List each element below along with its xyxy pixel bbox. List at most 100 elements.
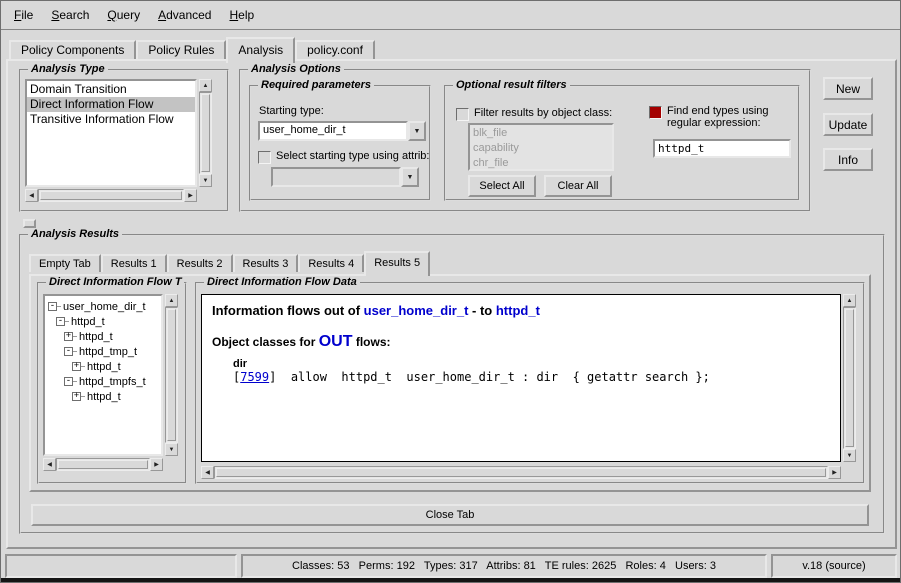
regex-filter-row[interactable]: Find end types using regular expression: [649,105,801,129]
scrollbar-trough[interactable] [843,307,856,449]
tree-node-httpd-tmp-t[interactable]: -httpd_tmp_t [47,344,159,359]
analysis-type-item-domain-transition[interactable]: Domain Transition [27,82,195,97]
object-class-filter-checkbox[interactable] [456,108,469,121]
collapse-icon[interactable]: - [56,317,65,326]
analysis-type-list[interactable]: Domain TransitionDirect Information Flow… [25,79,197,187]
analysis-type-vscrollbar[interactable]: ▲ ▼ [199,79,212,187]
text-segment: Information flows out of [212,303,364,318]
scroll-right-icon[interactable]: ▶ [828,466,841,479]
results-tab-empty-tab[interactable]: Empty Tab [29,254,101,272]
results-tab-results-2[interactable]: Results 2 [167,254,233,272]
menu-item-search[interactable]: Search [42,6,98,24]
tree-node-httpd-t[interactable]: +httpd_t [47,359,159,374]
scroll-right-icon[interactable]: ▶ [184,189,197,202]
results-tab-results-3[interactable]: Results 3 [233,254,299,272]
collapse-icon[interactable]: - [64,377,73,386]
scrollbar-trough[interactable] [38,189,184,202]
flow-tree-frame: Direct Information Flow T -user_home_dir… [37,282,187,484]
flow-tree[interactable]: -user_home_dir_t-httpd_t+httpd_t-httpd_t… [43,294,163,456]
object-class-item-blk-file: blk_file [470,126,612,141]
menu-item-file[interactable]: File [5,6,42,24]
starting-type-value[interactable]: user_home_dir_t [258,121,408,141]
tree-node-httpd-t[interactable]: + httpd_t [47,389,159,404]
select-all-button[interactable]: Select All [468,175,536,197]
scrollbar-thumb[interactable] [845,309,854,447]
scroll-up-icon[interactable]: ▲ [199,79,212,92]
pane-sash[interactable] [23,219,36,228]
flow-data-vscrollbar[interactable]: ▲ ▼ [843,294,856,462]
scrollbar-trough[interactable] [214,466,828,479]
analysis-results-frame: Analysis Results Empty TabResults 1Resul… [19,234,885,534]
optional-filters-frame: Optional result filters Filter results b… [444,85,800,201]
scroll-down-icon[interactable]: ▼ [843,449,856,462]
flow-tree-title: Direct Information Flow T [46,276,184,288]
scrollbar-thumb[interactable] [216,468,826,477]
tree-node-httpd-t[interactable]: +httpd_t [47,329,159,344]
scroll-left-icon[interactable]: ◀ [201,466,214,479]
expand-icon[interactable]: + [72,392,81,401]
main-tab-policy-rules[interactable]: Policy Rules [136,40,226,59]
tree-node-httpd-t[interactable]: -httpd_t [47,314,159,329]
scroll-up-icon[interactable]: ▲ [165,294,178,307]
menu-item-advanced[interactable]: Advanced [149,6,220,24]
dropdown-arrow-icon[interactable]: ▼ [408,121,426,141]
main-tab-analysis[interactable]: Analysis [226,37,295,63]
tree-node-user-home-dir-t[interactable]: -user_home_dir_t [47,299,159,314]
required-parameters-frame: Required parameters Starting type: user_… [249,85,431,201]
menu-item-help[interactable]: Help [220,6,263,24]
rule-id-link[interactable]: 7599 [240,370,269,384]
object-class-filter-label: Filter results by object class: [474,107,612,119]
close-tab-button[interactable]: Close Tab [31,504,869,526]
regex-input[interactable] [653,139,791,158]
results-tab-results-4[interactable]: Results 4 [298,254,364,272]
new-button[interactable]: New [823,77,873,100]
collapse-icon[interactable]: - [64,347,73,356]
flow-tree-vscrollbar[interactable]: ▲ ▼ [165,294,178,456]
starting-type-combobox[interactable]: user_home_dir_t ▼ [258,121,426,141]
main-tab-policy-components[interactable]: Policy Components [9,40,136,59]
collapse-icon[interactable]: - [48,302,57,311]
regex-checkbox[interactable] [649,106,662,119]
update-button[interactable]: Update [823,113,873,136]
expand-icon[interactable]: + [64,332,73,341]
results-tab-results-1[interactable]: Results 1 [101,254,167,272]
flow-data-text[interactable]: Information flows out of user_home_dir_t… [201,294,841,462]
tree-node-label: httpd_tmp_t [77,346,137,358]
flow-data-hscrollbar[interactable]: ◀ ▶ [201,466,841,479]
results-tab-results-5[interactable]: Results 5 [364,251,430,276]
analysis-type-item-transitive-information-flow[interactable]: Transitive Information Flow [27,112,195,127]
attrib-combobox: ▼ [271,167,419,187]
scroll-up-icon[interactable]: ▲ [843,294,856,307]
main-tab-policy-conf[interactable]: policy.conf [295,40,375,59]
analysis-options-title: Analysis Options [248,63,344,75]
starting-type-label: Starting type: [259,105,324,117]
menu-item-query[interactable]: Query [98,6,149,24]
scrollbar-trough[interactable] [199,92,212,174]
tree-node-httpd-tmpfs-t[interactable]: -httpd_tmpfs_t [47,374,159,389]
scroll-right-icon[interactable]: ▶ [150,458,163,471]
scrollbar-thumb[interactable] [167,309,176,441]
scroll-left-icon[interactable]: ◀ [25,189,38,202]
object-class-filter-row[interactable]: Filter results by object class: [456,107,612,121]
expand-icon[interactable]: + [72,362,81,371]
attrib-checkbox[interactable] [258,151,271,164]
scrollbar-thumb[interactable] [201,94,210,172]
flow-tree-hscrollbar[interactable]: ◀ ▶ [43,458,163,471]
analysis-type-item-direct-information-flow[interactable]: Direct Information Flow [27,97,195,112]
clear-all-button[interactable]: Clear All [544,175,612,197]
text-segment: - to [468,303,495,318]
info-button[interactable]: Info [823,148,873,171]
analysis-type-hscrollbar[interactable]: ◀ ▶ [25,189,197,202]
scrollbar-thumb[interactable] [40,191,182,200]
scrollbar-trough[interactable] [165,307,178,443]
tree-node-label: httpd_t [85,391,121,403]
main-frame: Analysis Type Domain TransitionDirect In… [6,59,897,549]
scrollbar-trough[interactable] [56,458,150,471]
attrib-checkbox-row[interactable]: Select starting type using attrib: [258,150,429,164]
rule-body: allow httpd_t user_home_dir_t : dir { ge… [276,370,709,384]
scroll-down-icon[interactable]: ▼ [165,443,178,456]
scroll-left-icon[interactable]: ◀ [43,458,56,471]
menu-bar: FileSearchQueryAdvancedHelp [1,1,900,31]
scroll-down-icon[interactable]: ▼ [199,174,212,187]
scrollbar-thumb[interactable] [58,460,148,469]
